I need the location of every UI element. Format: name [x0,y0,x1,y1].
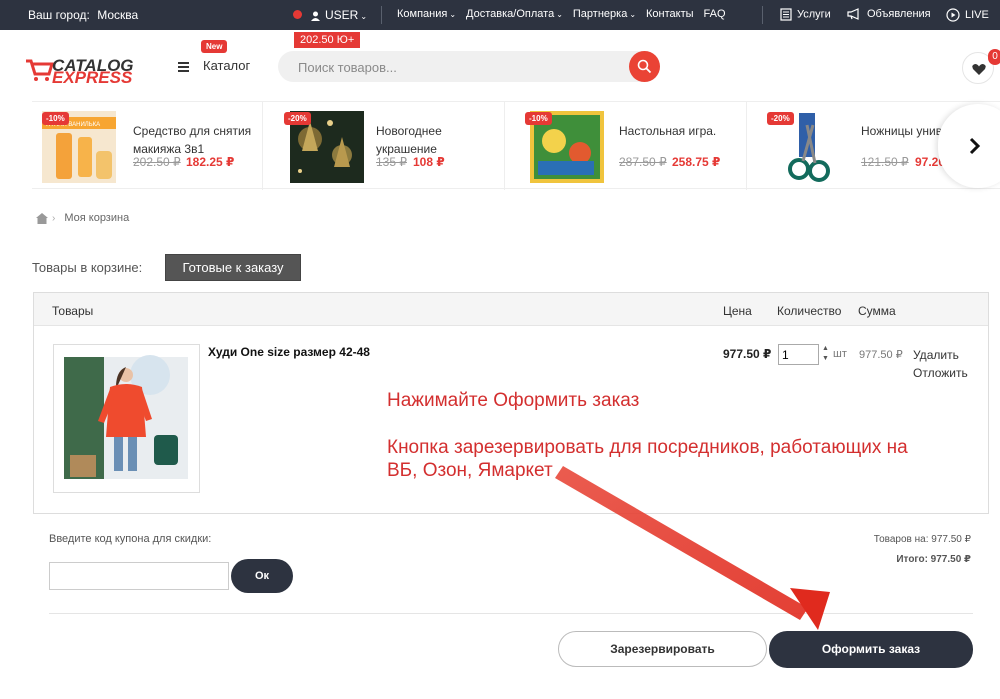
coupon-ok-button[interactable]: Ок [231,559,293,593]
city-selector[interactable]: Ваш город: Москва [28,8,138,22]
tab-ready-to-order[interactable]: Готовые к заказу [165,254,301,281]
cart-item-price: 977.50 ₽ [723,347,772,361]
logo-text-bottom: EXPRESS [52,68,133,87]
status-dot-icon [293,10,302,19]
carousel-next-button[interactable] [938,104,1000,188]
recommended-strip: ЯТНАЯ ВАНИЛЬКА -10% Средство для снятия … [32,101,1000,190]
product-name[interactable]: Настольная игра. [619,122,747,140]
product-name[interactable]: Средство для снятия макияжа 3в1 [133,122,261,158]
quantity-unit: шт [833,348,847,360]
live-label: LIVE [965,8,989,21]
chevron-down-icon: ⌄ [449,10,457,19]
reserve-button[interactable]: Зарезервировать [558,631,767,667]
megaphone-icon [847,8,859,21]
discount-badge: -20% [284,112,311,125]
balance-badge: 202.50 Ю+ [294,32,361,48]
city-label: Ваш город: [28,8,90,22]
discount-badge: -10% [42,112,69,125]
list-icon [780,8,792,21]
favorites-count: 0 [988,49,1000,65]
user-label: USER [325,8,359,22]
search-button[interactable] [629,51,660,82]
services-link[interactable]: Услуги [780,8,831,21]
product-card[interactable]: ЯТНАЯ ВАНИЛЬКА -10% Средство для снятия … [32,102,274,190]
play-icon [946,8,960,22]
discount-badge: -10% [525,112,552,125]
table-header: Товары Цена Количество Сумма [34,293,988,326]
nav-label: Компания [397,8,448,20]
nav-faq[interactable]: FAQ [704,8,726,20]
nav-label: Партнерка [572,8,628,20]
nav-contacts[interactable]: Контакты [646,8,694,20]
nav-company[interactable]: Компания ⌄ [397,8,456,20]
search-icon [637,59,652,74]
old-price: 135 ₽ [376,155,407,169]
header-qty: Количество [777,304,842,318]
nav-partner[interactable]: Партнерка ⌄ [573,8,636,20]
stepper-down-icon[interactable]: ▼ [820,354,831,364]
goods-total: Товаров на: 977.50 ₽ [873,534,971,545]
delete-link[interactable]: Удалить [913,348,959,362]
live-link[interactable]: LIVE [946,8,989,22]
search-input[interactable] [298,57,618,77]
nav-delivery[interactable]: Доставка/Оплата ⌄ [466,8,563,20]
cart-item-image[interactable] [53,344,200,493]
breadcrumb: › Моя корзина [36,212,129,224]
home-icon[interactable] [36,212,48,224]
old-price: 202.50 ₽ [133,155,181,169]
ads-label: Объявления [867,8,931,20]
search-bar [278,51,660,82]
catalog-label: Каталог [203,58,251,73]
product-card[interactable]: -10% Настольная игра. 287.50 ₽ 258.75 ₽ [504,102,746,190]
top-bar: Ваш город: Москва USER ⌄ Компания ⌄ Достав… [0,0,1000,30]
services-label: Услуги [797,8,831,21]
checkout-button[interactable]: Оформить заказ [769,631,973,668]
cart-tabs-label: Товары в корзине: [32,260,143,275]
chevron-down-icon: ⌄ [556,10,563,19]
old-price: 121.50 ₽ [861,155,909,169]
annotation-text-primary: Нажимайте Оформить заказ [387,390,640,411]
user-icon [311,11,320,21]
city-value: Москва [97,8,139,22]
header-price: Цена [723,304,752,318]
annotation-text-secondary: Кнопка зарезервировать для посредников, … [387,437,908,481]
new-price: 182.25 ₽ [186,155,235,169]
quantity-stepper[interactable]: ▲ ▼ [820,344,831,368]
chevron-down-icon: ⌄ [629,10,637,19]
divider [381,6,382,24]
product-card[interactable]: -20% Новогоднее украшение 135 ₽ 108 ₽ [262,102,504,190]
page: Ваш город: Москва USER ⌄ Компания ⌄ Достав… [0,0,1000,699]
user-menu[interactable]: USER ⌄ [311,8,367,22]
logo-cart-icon [26,59,54,81]
grand-total: Итого: 977.50 ₽ [896,554,971,565]
header-products: Товары [52,304,94,318]
divider [49,613,973,614]
cart-item-name[interactable]: Худи One size размер 42-48 [208,345,370,359]
coupon-label: Введите код купона для скидки: [49,533,212,545]
stepper-up-icon[interactable]: ▲ [820,344,831,354]
discount-badge: -20% [767,112,794,125]
ads-link[interactable]: Объявления [847,8,931,21]
old-price: 287.50 ₽ [619,155,667,169]
catalog-button[interactable]: Каталог [178,58,250,74]
coupon-input[interactable] [49,562,229,590]
new-badge: New [201,40,228,53]
product-name[interactable]: Новогоднее украшение [376,122,504,158]
chevron-down-icon: ⌄ [360,12,368,21]
new-price: 258.75 ₽ [672,155,721,169]
divider [762,6,763,24]
quantity-input[interactable] [778,344,819,365]
logo[interactable]: CATALOG EXPRESS [24,54,156,87]
menu-icon [178,60,189,74]
new-price: 108 ₽ [413,155,445,169]
breadcrumb-current: Моя корзина [64,212,130,224]
postpone-link[interactable]: Отложить [913,366,968,380]
favorites-button[interactable]: 0 [962,49,1000,84]
top-nav: Компания ⌄ Доставка/Оплата ⌄ Партнерка ⌄ Ко… [397,8,726,20]
header-sum: Сумма [858,304,896,318]
chevron-right-icon [969,137,981,155]
cart-item-sum: 977.50 ₽ [859,349,903,361]
chevron-right-icon: › [52,213,56,224]
nav-label: Доставка/Оплата [466,8,555,20]
